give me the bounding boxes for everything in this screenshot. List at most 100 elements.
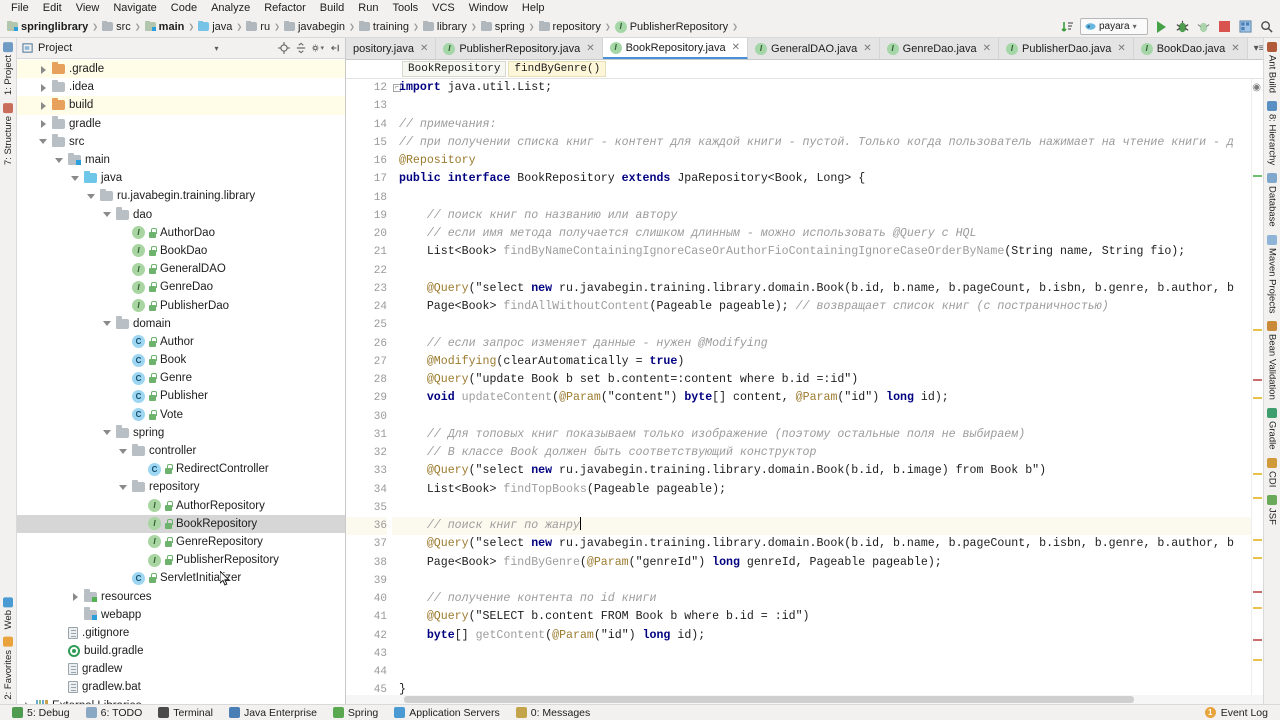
tool-window-tab-maven-projects[interactable]: Maven Projects (1266, 231, 1279, 317)
run-icon[interactable] (1153, 19, 1169, 35)
horizontal-scrollbar[interactable] (346, 695, 1263, 704)
tree-node-main[interactable]: main (17, 151, 345, 169)
scrollbar-thumb[interactable] (404, 696, 1134, 703)
chevron-open-icon[interactable] (71, 174, 80, 183)
tree-node-servletinitializer[interactable]: C ServletInitializer (17, 569, 345, 587)
tree-node-publisher[interactable]: C Publisher (17, 387, 345, 405)
tree-node-resources[interactable]: resources (17, 587, 345, 605)
breadcrumb-item-library[interactable]: library (420, 20, 470, 33)
breadcrumb-item-repository[interactable]: repository (536, 20, 604, 33)
stop-icon[interactable] (1216, 19, 1232, 35)
breadcrumb-item-ru[interactable]: ru (243, 20, 273, 33)
menu-item-analyze[interactable]: Analyze (204, 0, 257, 16)
tool-window-tab-project[interactable]: 1: Project (2, 38, 15, 99)
chevron-open-icon[interactable] (103, 319, 112, 328)
close-icon[interactable]: ✕ (1117, 43, 1125, 54)
code-line[interactable]: List<Book> findTopBooks(Pageable pageabl… (399, 481, 1251, 499)
tree-node-genre[interactable]: C Genre (17, 369, 345, 387)
code-line[interactable]: import java.util.List; (399, 79, 1251, 97)
project-tree[interactable]: .gradle .idea build gradle src main java ru.jav… (17, 59, 345, 704)
tree-node-build-gradle[interactable]: build.gradle (17, 642, 345, 660)
tool-window-tab-bean-validation[interactable]: Bean Validation (1266, 317, 1279, 404)
menu-item-help[interactable]: Help (515, 0, 552, 16)
code-editor[interactable]: 12 1314−15⌐ 16 17 18 19 20 21 22 23 24 25 26 27 28 29 30… (346, 79, 1263, 695)
close-icon[interactable]: ✕ (732, 42, 740, 53)
chevron-closed-icon[interactable] (39, 101, 48, 110)
status-bar-item-0-messages[interactable]: 0: Messages (508, 707, 599, 719)
chevron-down-icon[interactable]: ▾ (210, 42, 223, 55)
error-stripe-markers[interactable]: ◉ (1251, 79, 1263, 695)
code-line[interactable] (399, 262, 1251, 280)
structure-crumb-findbygenre[interactable]: findByGenre() (508, 61, 607, 77)
tree-node-authorrepository[interactable]: I AuthorRepository (17, 497, 345, 515)
tree-node-gradlew[interactable]: gradlew (17, 660, 345, 678)
code-line[interactable]: // если запрос изменяет данные - нужен @… (399, 335, 1251, 353)
code-line[interactable]: Page<Book> findAllWithoutContent(Pageabl… (399, 298, 1251, 316)
tree-node-repository[interactable]: repository (17, 478, 345, 496)
tree-node-external-libraries[interactable]: External Libraries (17, 697, 345, 704)
tree-node-publisherrepository[interactable]: I PublisherRepository (17, 551, 345, 569)
code-line[interactable] (399, 189, 1251, 207)
editor-tab-publisherdao-java[interactable]: I PublisherDao.java ✕ (999, 38, 1134, 59)
code-line[interactable]: @Repository (399, 152, 1251, 170)
editor-tab-generaldao-java[interactable]: I GeneralDAO.java ✕ (748, 38, 880, 59)
breadcrumb-item-javabegin[interactable]: javabegin (281, 20, 348, 33)
tree-node-dao[interactable]: dao (17, 206, 345, 224)
tool-window-tab-gradle[interactable]: Gradle (1266, 404, 1279, 454)
code-content[interactable]: import java.util.List;// примечания:// п… (392, 79, 1251, 695)
tree-node-vote[interactable]: C Vote (17, 406, 345, 424)
code-line[interactable]: public interface BookRepository extends … (399, 170, 1251, 188)
tree-node-java[interactable]: java (17, 169, 345, 187)
breadcrumb-item-spring[interactable]: spring (478, 20, 528, 33)
code-line[interactable]: // Для топовых книг показываем только из… (399, 426, 1251, 444)
menu-item-code[interactable]: Code (164, 0, 204, 16)
chevron-closed-icon[interactable] (71, 592, 80, 602)
editor-tab-pository-java[interactable]: pository.java ✕ (346, 38, 437, 59)
menu-item-edit[interactable]: Edit (36, 0, 69, 16)
code-line[interactable]: // поиск книг по названию или автору (399, 207, 1251, 225)
menu-item-refactor[interactable]: Refactor (257, 0, 313, 16)
code-line[interactable] (399, 645, 1251, 663)
breadcrumb-item-main[interactable]: main (142, 20, 188, 33)
locate-icon[interactable] (277, 42, 290, 55)
editor-tab-bookrepository-java[interactable]: I BookRepository.java ✕ (602, 38, 749, 59)
tree-node-bookrepository[interactable]: I BookRepository (17, 514, 345, 533)
tool-window-tab-jsf[interactable]: JSF (1266, 491, 1279, 529)
code-line[interactable]: @Query("select new ru.javabegin.training… (399, 535, 1251, 553)
sort-icon[interactable] (1059, 19, 1075, 35)
tree-node-gitignore[interactable]: .gitignore (17, 624, 345, 642)
close-icon[interactable]: ✕ (586, 43, 594, 54)
chevron-open-icon[interactable] (119, 483, 128, 492)
code-line[interactable]: @Query("select new ru.javabegin.training… (399, 462, 1251, 480)
status-bar-item-java-enterprise[interactable]: Java Enterprise (221, 707, 325, 719)
tree-node-generaldao[interactable]: I GeneralDAO (17, 260, 345, 278)
code-line[interactable]: // поиск книг по жанру (399, 517, 1251, 536)
chevron-open-icon[interactable] (103, 428, 112, 437)
menu-item-vcs[interactable]: VCS (425, 0, 462, 16)
menu-item-view[interactable]: View (69, 0, 107, 16)
breadcrumb-item-java[interactable]: java (195, 20, 235, 33)
tree-node-ru-javabegin-training-library[interactable]: ru.javabegin.training.library (17, 187, 345, 205)
editor-tab-bookdao-java[interactable]: I BookDao.java ✕ (1133, 38, 1248, 59)
breadcrumb-item-training[interactable]: training (356, 20, 412, 33)
tree-node-gradle[interactable]: .gradle (17, 60, 345, 79)
menu-item-file[interactable]: File (4, 0, 36, 16)
gear-icon[interactable]: ▾ (311, 42, 324, 55)
code-line[interactable]: @Query("SELECT b.content FROM Book b whe… (399, 608, 1251, 626)
tool-window-tab-cdi[interactable]: CDI (1266, 454, 1279, 491)
inspections-eye-icon[interactable]: ◉ (1252, 82, 1261, 93)
code-line[interactable]: void updateContent(@Param("content") byt… (399, 389, 1251, 407)
code-line[interactable]: Page<Book> findByGenre(@Param("genreId")… (399, 554, 1251, 572)
chevron-closed-icon[interactable] (39, 65, 48, 74)
code-line[interactable]: @Query("select new ru.javabegin.training… (399, 280, 1251, 298)
layout-icon[interactable] (1237, 19, 1253, 35)
search-everywhere-icon[interactable] (1258, 19, 1274, 35)
menu-item-build[interactable]: Build (313, 0, 351, 16)
editor-tab-publisherrepository-java[interactable]: I PublisherRepository.java ✕ (436, 38, 603, 59)
code-line[interactable] (399, 97, 1251, 115)
structure-crumb-bookrepository[interactable]: BookRepository (402, 61, 507, 77)
debug-icon[interactable] (1174, 19, 1190, 35)
tree-node-spring[interactable]: spring (17, 424, 345, 442)
code-line[interactable]: byte[] getContent(@Param("id") long id); (399, 627, 1251, 645)
tree-node-gradlew-bat[interactable]: gradlew.bat (17, 678, 345, 696)
